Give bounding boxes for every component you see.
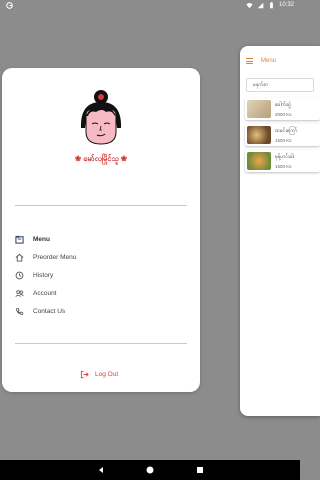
item-price: 1500 Ks: [275, 137, 292, 143]
list-item[interactable]: မုန့်ဟင်းခါး 1500 Ks: [245, 150, 320, 172]
logout-button[interactable]: Log Out: [80, 370, 118, 379]
recents-icon[interactable]: [195, 465, 205, 475]
menu-book-icon: [15, 235, 24, 244]
drawer-item-menu[interactable]: Menu: [15, 232, 187, 246]
item-name: ထမင်းကြော်: [275, 127, 298, 134]
drawer-item-account[interactable]: Account: [15, 286, 187, 300]
signal-icon: [257, 2, 264, 9]
home-icon: [15, 253, 24, 262]
phone-icon: [16, 307, 24, 315]
drawer-item-label: Preorder Menu: [33, 253, 77, 261]
logo-icon: [80, 90, 122, 145]
drawer-item-label: History: [33, 271, 54, 279]
list-item[interactable]: ထမင်းကြော် 1500 Ks: [245, 124, 320, 146]
divider: [15, 205, 187, 206]
logout-label: Log Out: [95, 371, 119, 378]
hamburger-menu-icon[interactable]: [246, 58, 253, 64]
background-app-screen[interactable]: Menu မနုက်စာ ခေါက်ဆွဲ 2000 Ks ထမင်းကြော်…: [240, 46, 320, 416]
drawer-item-preorder-menu[interactable]: Preorder Menu: [15, 250, 187, 264]
food-thumbnail: [247, 152, 271, 170]
people-icon: [15, 289, 24, 297]
drawer-item-history[interactable]: History: [15, 268, 187, 282]
status-bar: 10:32: [0, 0, 300, 12]
app-header: Menu: [240, 46, 320, 76]
drawer-item-label: Contact Us: [33, 307, 66, 315]
item-name: ခေါက်ဆွဲ: [275, 101, 291, 108]
google-icon: [6, 2, 13, 9]
food-thumbnail: [247, 126, 271, 144]
drawer-item-contact-us[interactable]: Contact Us: [15, 304, 187, 318]
status-time: 10:32: [278, 2, 294, 8]
list-item[interactable]: ခေါက်ဆွဲ 2000 Ks: [245, 98, 320, 120]
item-name: မုန့်ဟင်းခါး: [275, 153, 295, 160]
app-title: Menu: [261, 58, 277, 64]
search-input[interactable]: မနုက်စာ: [246, 78, 314, 92]
battery-icon: [270, 2, 273, 9]
drawer-item-label: Account: [33, 289, 57, 297]
divider: [15, 343, 187, 344]
brand-name: ❀ မော်လမြိုင်သူ ❀: [74, 154, 128, 163]
system-navigation-bar: [0, 460, 300, 480]
food-thumbnail: [247, 100, 271, 118]
item-price: 1500 Ks: [275, 163, 292, 169]
home-button-icon[interactable]: [145, 465, 155, 475]
navigation-drawer: ❀ မော်လမြိုင်သူ ❀ Menu Preorder Menu His…: [2, 68, 200, 392]
history-icon: [15, 271, 24, 279]
item-price: 2000 Ks: [275, 111, 292, 117]
drawer-item-label: Menu: [33, 235, 50, 243]
back-icon[interactable]: [96, 465, 106, 475]
logout-icon: [80, 370, 89, 379]
wifi-icon: [246, 3, 253, 9]
